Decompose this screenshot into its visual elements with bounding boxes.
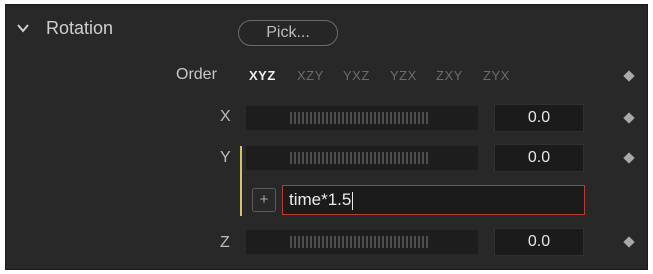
z-value-field[interactable]: 0.0 bbox=[494, 228, 584, 256]
slider-ticks bbox=[290, 112, 430, 124]
add-expression-button[interactable]: + bbox=[252, 188, 276, 212]
z-slider[interactable] bbox=[246, 230, 478, 254]
x-value-field[interactable]: 0.0 bbox=[494, 104, 584, 132]
expression-input[interactable]: time*1.5 bbox=[282, 185, 585, 215]
section-title[interactable]: Rotation bbox=[46, 18, 113, 39]
y-slider[interactable] bbox=[246, 146, 478, 170]
chevron-down-icon[interactable] bbox=[16, 22, 30, 34]
order-label: Order bbox=[176, 66, 217, 83]
expression-indicator bbox=[240, 146, 242, 216]
y-value-field[interactable]: 0.0 bbox=[494, 144, 584, 172]
x-slider[interactable] bbox=[246, 106, 478, 130]
expression-text: time*1.5 bbox=[289, 190, 352, 209]
slider-ticks bbox=[290, 152, 430, 164]
slider-ticks bbox=[290, 236, 430, 248]
order-option-zyx[interactable]: ZYX bbox=[483, 68, 510, 83]
order-option-yxz[interactable]: YXZ bbox=[343, 68, 370, 83]
order-option-zxy[interactable]: ZXY bbox=[436, 68, 463, 83]
order-option-xzy[interactable]: XZY bbox=[297, 68, 324, 83]
axis-label-y: Y bbox=[220, 149, 231, 166]
pick-button[interactable]: Pick... bbox=[238, 20, 338, 46]
order-option-yzx[interactable]: YZX bbox=[390, 68, 417, 83]
axis-label-x: X bbox=[220, 108, 231, 125]
order-option-xyz[interactable]: XYZ bbox=[249, 68, 276, 83]
text-caret bbox=[352, 191, 354, 210]
axis-label-z: Z bbox=[220, 234, 230, 251]
